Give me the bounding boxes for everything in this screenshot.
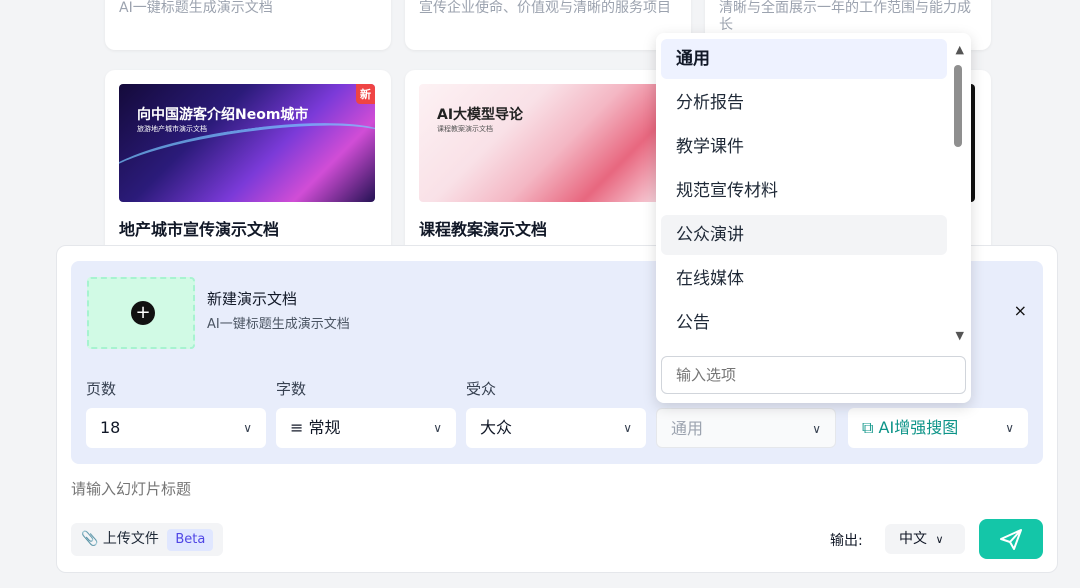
- dropdown-option[interactable]: 在线媒体: [661, 259, 947, 299]
- dropdown-option[interactable]: 教学课件: [661, 127, 947, 167]
- new-doc-thumbnail[interactable]: +: [87, 277, 195, 349]
- thumb-title: 向中国游客介绍Neom城市: [137, 107, 309, 123]
- audience-value: 大众: [480, 418, 513, 437]
- chevron-down-icon: ∨: [1005, 421, 1014, 435]
- paperclip-icon: 📎: [81, 531, 99, 547]
- card-desc: 宣传企业使命、价值观与清晰的服务项目: [419, 0, 671, 16]
- scene-dropdown: 通用 分析报告 教学课件 规范宣传材料 公众演讲 在线媒体 公告 ▲ ▼: [656, 33, 971, 403]
- words-select[interactable]: ≡ 常规 ∨: [276, 408, 456, 448]
- send-button[interactable]: [979, 519, 1043, 559]
- scroll-up-icon[interactable]: ▲: [956, 43, 964, 56]
- card-desc: 清晰与全面展示一年的工作范围与能力成长: [719, 0, 971, 33]
- card-desc: AI一键标题生成演示文档: [119, 0, 273, 16]
- pages-select[interactable]: 18 ∨: [86, 408, 266, 448]
- dropdown-option[interactable]: 规范宣传材料: [661, 171, 947, 211]
- upload-label: 上传文件: [102, 531, 159, 547]
- template-title: 课程教案演示文档: [419, 220, 548, 239]
- scrollbar-thumb[interactable]: [954, 65, 962, 147]
- thumb-subtitle: 旅游地产城市演示文档: [137, 125, 207, 133]
- scene-select[interactable]: 通用 ∨: [656, 408, 836, 448]
- new-doc-subtitle: AI一键标题生成演示文档: [207, 317, 350, 332]
- chevron-down-icon: ∨: [935, 533, 944, 546]
- pages-value: 18: [100, 418, 121, 437]
- new-doc-title: 新建演示文档: [207, 290, 298, 308]
- template-thumbnail: 向中国游客介绍Neom城市 旅游地产城市演示文档 新: [119, 84, 375, 202]
- dropdown-option[interactable]: 公告: [661, 303, 947, 343]
- slide-title-input[interactable]: [71, 481, 671, 498]
- chevron-down-icon: ∨: [812, 422, 821, 436]
- template-thumbnail: AI大模型导论 课程教案演示文档: [419, 84, 675, 202]
- words-label: 字数: [276, 380, 307, 398]
- language-select[interactable]: 中文 ∨: [885, 524, 965, 554]
- ai-value: AI增强搜图: [878, 418, 959, 437]
- dropdown-option[interactable]: 公众演讲: [661, 215, 947, 255]
- chevron-down-icon: ∨: [623, 421, 632, 435]
- template-card-course[interactable]: AI大模型导论 课程教案演示文档 课程教案演示文档: [405, 70, 691, 270]
- scene-value: 通用: [671, 419, 704, 438]
- chevron-down-icon: ∨: [243, 421, 252, 435]
- chevron-down-icon: ∨: [433, 421, 442, 435]
- thumb-subtitle: 课程教案演示文档: [437, 125, 493, 133]
- output-label: 输出:: [830, 533, 863, 549]
- template-card-real-estate[interactable]: 向中国游客介绍Neom城市 旅游地产城市演示文档 新 地产城市宣传演示文档: [105, 70, 391, 270]
- option-input[interactable]: [661, 356, 966, 394]
- thumb-title: AI大模型导论: [437, 107, 524, 123]
- close-icon[interactable]: ×: [1014, 301, 1027, 320]
- ai-image-select[interactable]: ⧉ AI增强搜图 ∨: [848, 408, 1028, 448]
- words-value: ≡ 常规: [290, 418, 341, 437]
- language-value: 中文: [899, 531, 927, 547]
- upload-file-button[interactable]: 📎 上传文件 Beta: [71, 523, 224, 556]
- pages-label: 页数: [86, 380, 117, 398]
- template-title: 地产城市宣传演示文档: [119, 220, 280, 239]
- audience-select[interactable]: 大众 ∨: [466, 408, 646, 448]
- send-icon: [1000, 529, 1022, 550]
- new-badge: 新: [356, 84, 375, 104]
- dropdown-option[interactable]: 分析报告: [661, 83, 947, 123]
- template-card-top-1[interactable]: AI一键标题生成演示文档: [105, 0, 391, 50]
- plus-icon: +: [131, 301, 155, 325]
- dropdown-option[interactable]: 通用: [661, 39, 947, 79]
- scroll-down-icon[interactable]: ▼: [956, 329, 964, 342]
- audience-label: 受众: [466, 380, 497, 398]
- image-search-icon: ⧉: [862, 418, 874, 437]
- template-card-top-2[interactable]: 宣传企业使命、价值观与清晰的服务项目: [405, 0, 691, 50]
- beta-badge: Beta: [167, 529, 214, 551]
